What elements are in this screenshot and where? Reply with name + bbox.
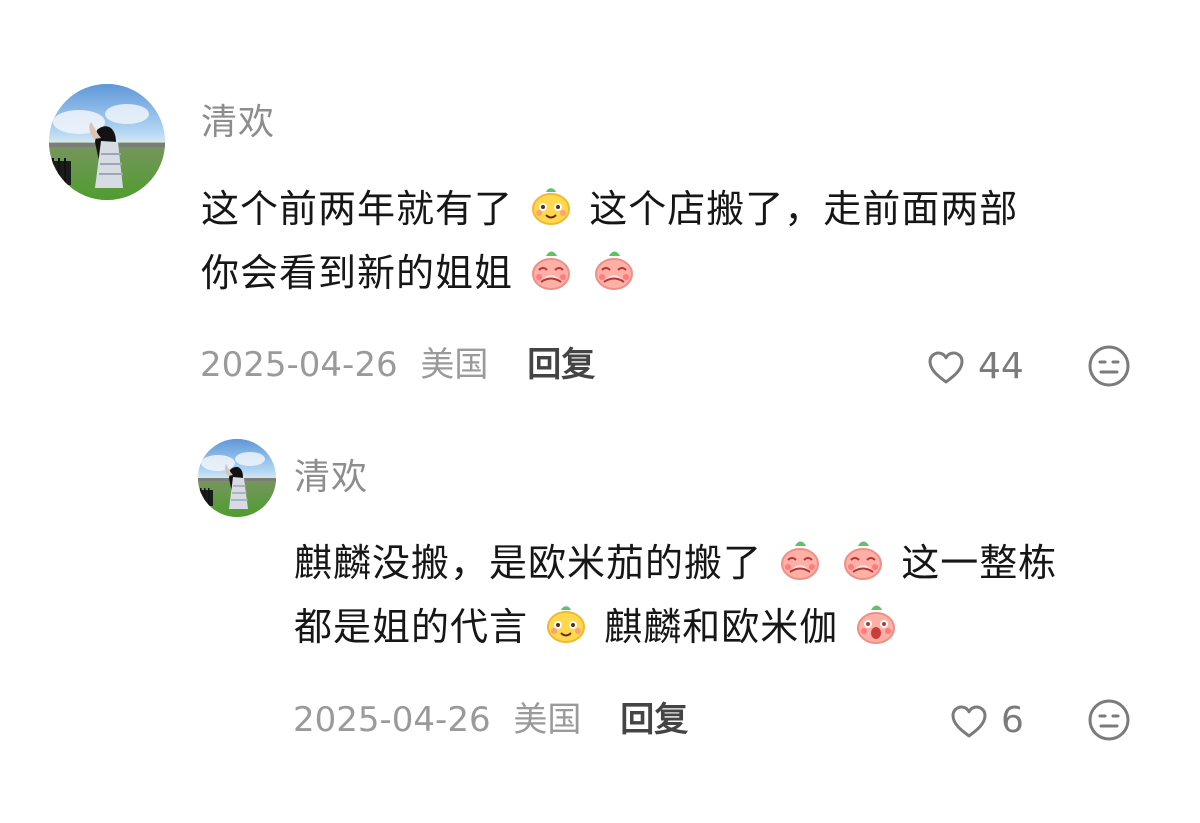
avatar[interactable] <box>198 439 276 517</box>
comment-text-part: 麒麟和欧米伽 <box>604 605 839 649</box>
neutral-face-icon[interactable] <box>1087 698 1131 742</box>
like-count: 6 <box>1001 700 1024 741</box>
like-button[interactable]: 6 <box>947 699 1024 743</box>
reply-comment-item: 清欢 麒麟没搬，是欧米茄的搬了 这一整栋 都是姐的代言 麒麟和欧米伽 2025-… <box>0 0 1200 823</box>
comment-text-part: 都是姐的代言 <box>294 605 529 649</box>
reply-button[interactable]: 回复 <box>620 700 688 740</box>
comment-date: 2025-04-26 <box>293 700 491 740</box>
shy-peach-emoji <box>844 541 883 580</box>
comment-meta: 2025-04-26 美国 回复 <box>293 703 688 737</box>
heart-outline-icon <box>951 705 987 738</box>
surprised-peach-emoji <box>857 605 896 644</box>
comment-text-part: 这一整栋 <box>901 541 1058 585</box>
shy-peach-emoji <box>781 541 820 580</box>
comment-region: 美国 <box>513 700 582 740</box>
comment-text: 麒麟没搬，是欧米茄的搬了 这一整栋 都是姐的代言 麒麟和欧米伽 <box>294 531 1057 659</box>
comment-text-part: 麒麟没搬，是欧米茄的搬了 <box>294 541 763 585</box>
username[interactable]: 清欢 <box>294 460 368 496</box>
smiling-pear-emoji <box>547 606 586 643</box>
